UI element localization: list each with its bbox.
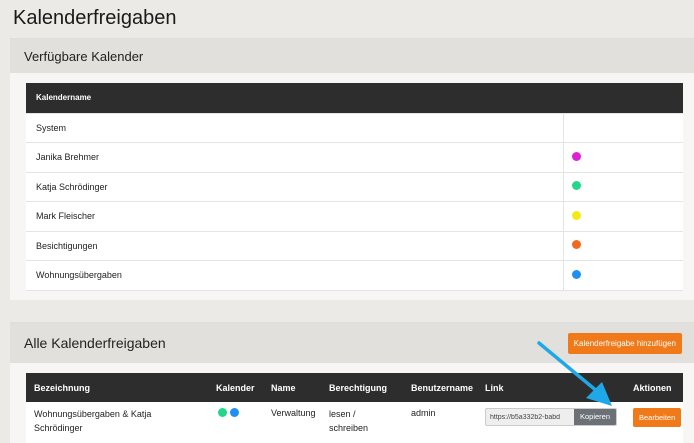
column-header-berechtigung: Berechtigung: [321, 373, 403, 402]
available-calendars-heading: Verfügbare Kalender: [10, 39, 694, 73]
calendar-name: Wohnungsübergaben: [26, 260, 563, 291]
column-header-aktionen: Aktionen: [625, 373, 683, 402]
share-actions-cell: Bearbeiten: [625, 402, 683, 443]
color-dot: [571, 151, 581, 161]
all-shares-title: Alle Kalenderfreigaben: [24, 335, 166, 351]
table-row: Wohnungsübergaben: [26, 260, 683, 291]
available-calendars-panel: Verfügbare Kalender Kalendername System …: [10, 38, 694, 300]
column-header-color: [563, 83, 683, 113]
color-dot: [571, 240, 581, 250]
share-link-field[interactable]: https://b5a332b2-babd Kopieren: [485, 408, 618, 426]
page-title: Kalenderfreigaben: [13, 7, 177, 29]
table-row: Mark Fleischer: [26, 201, 683, 232]
share-link-url: https://b5a332b2-babd: [490, 413, 561, 421]
column-header-bezeichnung: Bezeichnung: [26, 373, 208, 402]
share-bezeichnung: Wohnungsübergaben & Katja Schrödinger: [26, 402, 208, 443]
color-dot: [571, 269, 581, 279]
calendar-color-cell: [562, 112, 683, 143]
color-dot: [218, 408, 227, 417]
calendar-name: Janika Brehmer: [26, 142, 563, 173]
table-row: Katja Schrödinger: [26, 171, 683, 202]
calendar-name: Mark Fleischer: [26, 201, 563, 232]
calendar-name: Katja Schrödinger: [26, 171, 563, 202]
color-dot: [229, 408, 239, 417]
column-header-name: Name: [263, 373, 321, 402]
table-row: System: [26, 112, 683, 143]
calendars-table: Kalendername System Janika Brehmer Katja…: [26, 83, 683, 291]
calendar-name: Besichtigungen: [26, 230, 563, 261]
column-header-calendar-name: Kalendername: [26, 83, 563, 113]
share-name: Verwaltung: [263, 402, 321, 443]
share-calendars: [208, 402, 263, 443]
edit-share-button[interactable]: Bearbeiten: [633, 408, 682, 427]
table-row: Besichtigungen: [26, 230, 683, 261]
color-dot: [571, 181, 581, 191]
share-permission: lesen / schreiben: [321, 402, 403, 443]
table-row: Janika Brehmer: [26, 142, 683, 173]
copy-link-button[interactable]: Kopieren: [574, 409, 617, 425]
column-header-kalender: Kalender: [208, 373, 263, 402]
color-dot: [571, 210, 581, 220]
calendar-name: System: [26, 112, 563, 143]
annotation-arrow-icon: [537, 341, 612, 406]
column-header-benutzername: Benutzername: [403, 373, 477, 402]
share-username: admin: [403, 402, 477, 443]
